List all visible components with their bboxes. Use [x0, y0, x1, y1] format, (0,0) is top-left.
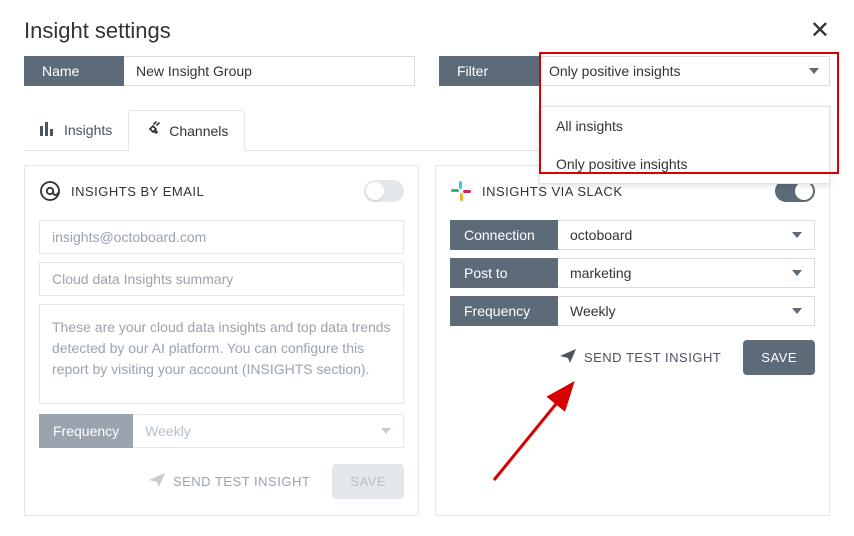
filter-select[interactable]: Only positive insights [539, 56, 830, 86]
bar-chart-icon [40, 122, 56, 139]
connection-select[interactable]: octoboard [558, 220, 815, 250]
close-icon[interactable]: ✕ [810, 19, 830, 43]
email-send-test-button: SEND TEST INSIGHT [149, 473, 310, 490]
tab-channels[interactable]: Channels [128, 110, 245, 151]
postto-value: marketing [570, 265, 631, 281]
postto-select[interactable]: marketing [558, 258, 815, 288]
slack-send-test-button[interactable]: SEND TEST INSIGHT [560, 349, 721, 366]
email-body[interactable]: These are your cloud data insights and t… [39, 304, 404, 404]
email-frequency-select[interactable]: Weekly [133, 414, 404, 448]
email-panel-title: INSIGHTS BY EMAIL [71, 184, 204, 199]
email-panel: INSIGHTS BY EMAIL These are your cloud d… [24, 165, 419, 516]
paper-plane-icon [149, 473, 165, 490]
connection-value: octoboard [570, 227, 632, 243]
chevron-down-icon [792, 270, 802, 276]
plug-icon [145, 121, 161, 140]
tab-insights[interactable]: Insights [24, 110, 128, 150]
chevron-down-icon [792, 308, 802, 314]
email-subject-input[interactable] [39, 262, 404, 296]
dialog-title: Insight settings [24, 18, 171, 44]
tab-label: Insights [64, 122, 112, 138]
chevron-down-icon [792, 232, 802, 238]
slack-save-button[interactable]: SAVE [743, 340, 815, 375]
name-input[interactable] [124, 56, 415, 86]
slack-panel-title: INSIGHTS VIA SLACK [482, 184, 623, 199]
at-sign-icon [39, 180, 61, 202]
email-frequency-value: Weekly [145, 423, 191, 439]
tab-label: Channels [169, 123, 228, 139]
filter-option[interactable]: Only positive insights [540, 145, 829, 183]
filter-dropdown: All insights Only positive insights [539, 106, 830, 184]
connection-label: Connection [450, 220, 558, 250]
filter-selected-value: Only positive insights [549, 63, 681, 79]
email-save-button: SAVE [332, 464, 404, 499]
email-recipient-input[interactable] [39, 220, 404, 254]
slack-icon [450, 180, 472, 202]
chevron-down-icon [809, 68, 819, 74]
name-label: Name [24, 56, 124, 86]
postto-label: Post to [450, 258, 558, 288]
paper-plane-icon [560, 349, 576, 366]
chevron-down-icon [381, 428, 391, 434]
filter-label: Filter [439, 56, 539, 86]
frequency-select[interactable]: Weekly [558, 296, 815, 326]
email-frequency-label: Frequency [39, 414, 133, 448]
filter-option[interactable]: All insights [540, 107, 829, 145]
email-toggle[interactable] [364, 180, 404, 202]
slack-panel: INSIGHTS VIA SLACK Connection octoboard … [435, 165, 830, 516]
slack-send-test-label: SEND TEST INSIGHT [584, 350, 721, 365]
email-send-test-label: SEND TEST INSIGHT [173, 474, 310, 489]
frequency-value: Weekly [570, 303, 616, 319]
filter-field: Filter Only positive insights All insigh… [439, 56, 830, 86]
name-field: Name [24, 56, 415, 86]
frequency-label: Frequency [450, 296, 558, 326]
